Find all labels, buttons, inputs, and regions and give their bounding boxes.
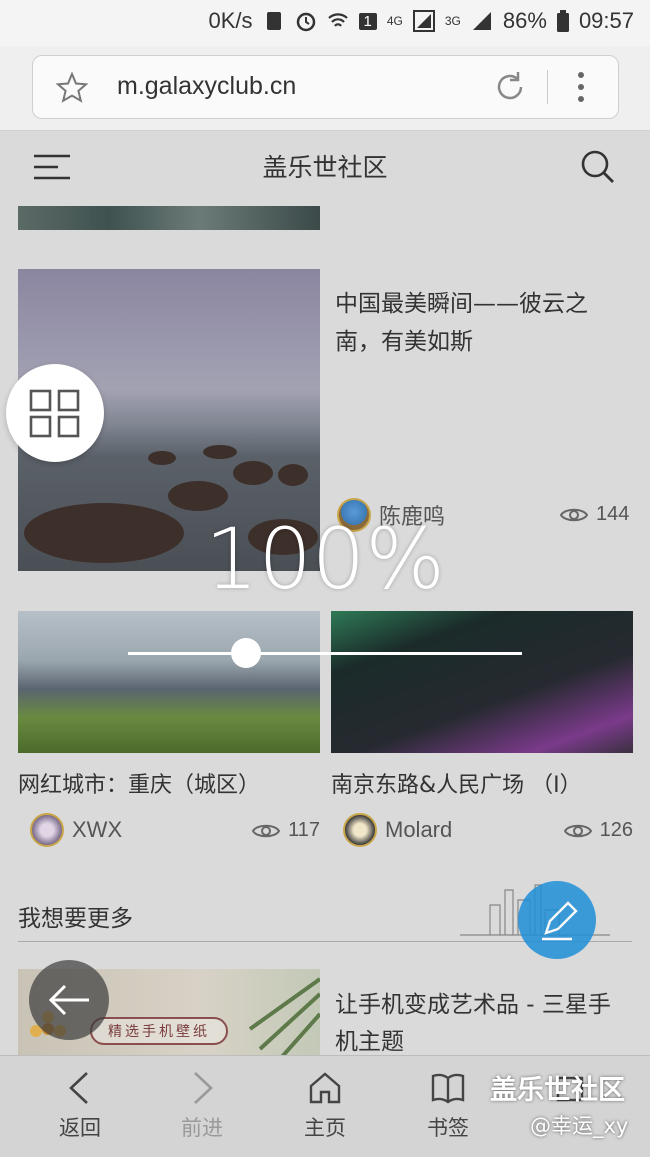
chevron-left-icon — [69, 1072, 88, 1104]
arrow-left-icon — [48, 984, 89, 1016]
rock-shape — [203, 445, 237, 459]
post-author[interactable]: Molard — [343, 813, 452, 847]
pen-icon — [542, 901, 578, 941]
view-count: 126 — [599, 819, 633, 841]
nav-bookmarks-label: 书签 — [427, 1116, 469, 1140]
clock: 09:57 — [578, 8, 634, 33]
book-icon — [431, 1073, 465, 1104]
browser-toolbar: m.galaxyclub.cn — [0, 46, 650, 131]
post-title[interactable]: 让手机变成艺术品 - 三星手机主题 — [335, 987, 630, 1055]
chevron-right-icon — [194, 1072, 213, 1104]
scroll-back-button[interactable] — [29, 960, 109, 1040]
post-thumbnail[interactable] — [331, 611, 633, 753]
wifi-icon — [327, 13, 348, 27]
status-bar: 0K/s 1 4G 3G 86% 09:57 — [0, 0, 650, 46]
post-meta: XWX 117 — [18, 813, 320, 853]
site-header: 盖乐世社区 — [0, 131, 650, 203]
alarm-icon — [296, 12, 315, 32]
battery-icon — [556, 10, 569, 32]
more-vert-icon[interactable] — [575, 70, 587, 104]
post-views: 126 — [563, 819, 633, 842]
site-title: 盖乐世社区 — [262, 153, 388, 182]
home-icon — [309, 1072, 341, 1104]
nav-forward-label: 前进 — [181, 1116, 223, 1140]
author-name: XWX — [72, 817, 123, 842]
battery-percent: 86% — [502, 8, 547, 33]
tabs-grid-button[interactable] — [6, 364, 104, 462]
featured-post-title[interactable]: 中国最美瞬间——彼云之南，有美如斯 — [335, 285, 625, 361]
signal-icon — [412, 10, 435, 32]
post-views: 117 — [252, 819, 320, 842]
reload-icon[interactable] — [491, 68, 529, 106]
toolbar-divider — [547, 70, 548, 104]
address-bar[interactable]: m.galaxyclub.cn — [32, 55, 619, 119]
rock-shape — [233, 461, 273, 485]
search-icon[interactable] — [580, 149, 616, 185]
signal-icon — [472, 12, 491, 30]
post-title[interactable]: 网红城市：重庆（城区） — [18, 767, 320, 799]
watermark-user: @幸运_xy — [530, 1114, 629, 1138]
star-icon[interactable] — [55, 71, 89, 105]
zoom-level-label: 100% — [204, 510, 446, 608]
leaf-decoration-icon — [248, 977, 320, 1055]
nav-bookmarks-button[interactable]: 书签 — [398, 1070, 498, 1142]
nav-back-button[interactable]: 返回 — [30, 1070, 130, 1142]
avatar — [343, 813, 377, 847]
post-card[interactable]: 南京东路&人民广场 （I） Molard 126 — [331, 611, 633, 853]
rock-shape — [148, 451, 176, 465]
view-count: 117 — [288, 819, 320, 841]
zoom-slider-handle[interactable] — [231, 638, 262, 668]
post-meta: Molard 126 — [331, 813, 633, 853]
nav-forward-button[interactable]: 前进 — [152, 1070, 252, 1142]
post-card[interactable]: 网红城市：重庆（城区） XWX 117 — [18, 611, 320, 853]
zoom-slider-track[interactable] — [128, 652, 522, 655]
post-image-partial[interactable] — [18, 206, 320, 230]
rock-shape — [168, 481, 228, 511]
post-title[interactable]: 南京东路&人民广场 （I） — [331, 767, 633, 799]
nav-home-button[interactable]: 主页 — [275, 1070, 375, 1142]
post-author[interactable]: XWX — [30, 813, 122, 847]
wallpaper-badge: 精选手机壁纸 — [90, 1017, 228, 1045]
url-text[interactable]: m.galaxyclub.cn — [117, 72, 296, 101]
author-name: Molard — [385, 817, 453, 842]
grid-icon — [29, 389, 80, 438]
post-thumbnail[interactable] — [18, 611, 320, 753]
network-3g-label: 3G — [444, 14, 461, 28]
nav-back-label: 返回 — [59, 1116, 101, 1140]
avatar — [30, 813, 64, 847]
section-heading: 我想要更多 — [18, 906, 133, 932]
nav-home-label: 主页 — [304, 1116, 346, 1140]
eye-icon — [252, 824, 281, 837]
network-speed: 0K/s — [208, 8, 253, 33]
recycle-icon — [266, 12, 281, 30]
compose-button[interactable] — [518, 881, 596, 959]
sim-badge: 1 — [358, 12, 377, 30]
network-4g-label: 4G — [386, 14, 403, 28]
rock-shape — [278, 464, 308, 486]
eye-icon — [563, 824, 592, 837]
watermark-brand: 盖乐世社区 — [490, 1075, 625, 1106]
